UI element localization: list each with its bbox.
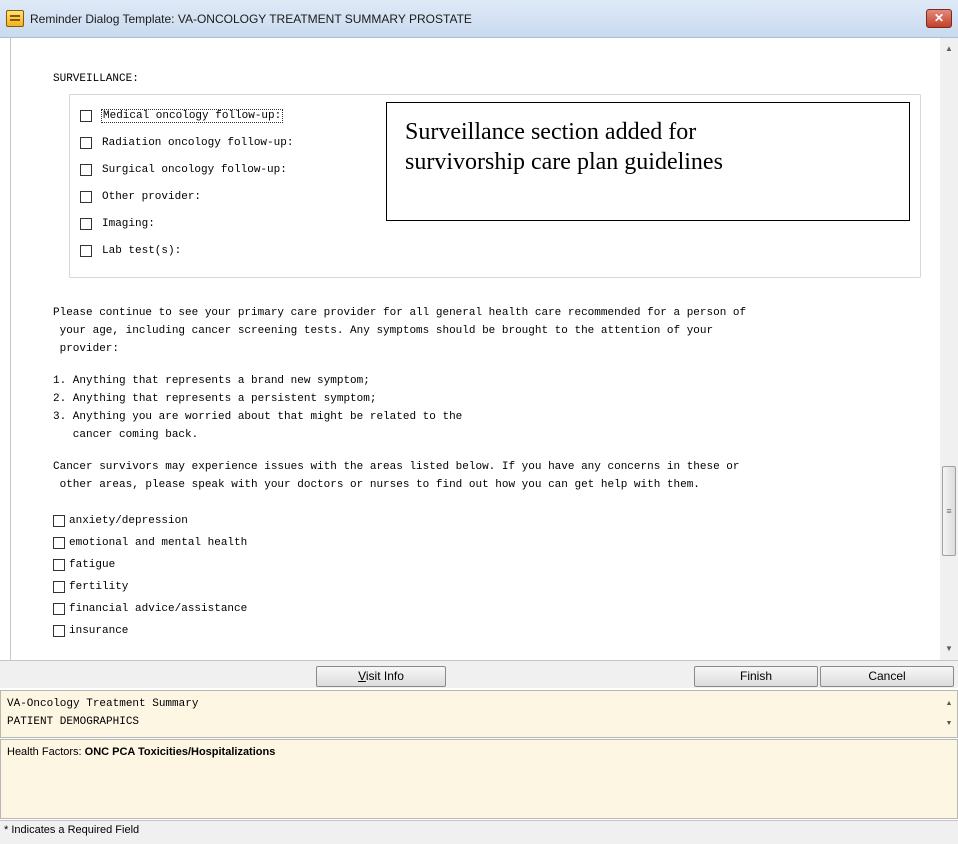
list-item: 1. Anything that represents a brand new … [53,375,370,387]
surveillance-checkbox[interactable] [80,164,92,176]
surveillance-checkbox[interactable] [80,245,92,257]
body-text-line: provider: [53,343,120,355]
required-field-note: * Indicates a Required Field [4,824,140,836]
concern-checkbox[interactable] [53,603,65,615]
window-title: Reminder Dialog Template: VA-ONCOLOGY TR… [30,12,472,26]
body-text-line: Cancer survivors may experience issues w… [53,461,740,473]
surveillance-checkbox[interactable] [80,218,92,230]
body-text-line: your age, including cancer screening tes… [53,325,714,337]
body-text-line: other areas, please speak with your doct… [53,479,700,491]
list-item: 3. Anything you are worried about that m… [53,411,463,423]
surveillance-label: Surgical oncology follow-up: [102,164,287,176]
preview-scrollbar[interactable]: ▲ ▼ [941,691,957,737]
content-scrollbar[interactable]: ▲ ≡ ▼ [940,38,958,660]
surveillance-title: SURVEILLANCE: [53,73,139,85]
progress-note-preview[interactable]: VA-Oncology Treatment Summary PATIENT DE… [0,690,958,738]
close-button[interactable]: ✕ [926,9,952,28]
concern-label: fatigue [69,559,116,571]
finish-button[interactable]: Finish [694,666,818,687]
scroll-down-icon[interactable]: ▼ [943,717,955,731]
concern-checkbox[interactable] [53,559,65,571]
concern-label: fertility [69,581,129,593]
surveillance-checkbox[interactable] [80,110,92,122]
surveillance-label: Medical oncology follow-up: [100,109,284,123]
visit-info-button[interactable]: Visit Info [316,666,446,687]
scroll-thumb[interactable]: ≡ [942,466,956,556]
health-factors-label: Health Factors: [7,746,85,758]
concern-label: emotional and mental health [69,537,248,549]
concern-label: anxiety/depression [69,515,188,527]
dialog-content: SURVEILLANCE: Medical oncology follow-up… [0,38,958,660]
content-border [10,38,11,660]
scroll-up-icon[interactable]: ▲ [940,40,958,58]
preview-line: PATIENT DEMOGRAPHICS [7,716,140,728]
concern-checkbox[interactable] [53,625,65,637]
scroll-up-icon[interactable]: ▲ [943,697,955,711]
callout-line: Surveillance section added for [405,119,697,145]
health-factors-panel: Health Factors: ONC PCA Toxicities/Hospi… [0,739,958,819]
preview-line: VA-Oncology Treatment Summary [7,698,199,710]
concern-checkbox[interactable] [53,581,65,593]
concern-label: financial advice/assistance [69,603,248,615]
list-item: cancer coming back. [53,429,199,441]
status-bar: * Indicates a Required Field [0,820,958,844]
cancel-button[interactable]: Cancel [820,666,954,687]
body-text-line: Please continue to see your primary care… [53,307,747,319]
surveillance-checkbox[interactable] [80,191,92,203]
concern-checkbox[interactable] [53,515,65,527]
annotation-callout: Surveillance section added for survivors… [386,102,910,221]
list-item: 2. Anything that represents a persistent… [53,393,377,405]
concern-checkbox[interactable] [53,537,65,549]
scroll-down-icon[interactable]: ▼ [940,640,958,658]
surveillance-label: Lab test(s): [102,245,182,257]
reminder-dialog-icon [6,10,24,27]
surveillance-label: Other provider: [102,191,202,203]
title-bar: Reminder Dialog Template: VA-ONCOLOGY TR… [0,0,958,38]
health-factors-value: ONC PCA Toxicities/Hospitalizations [84,746,276,758]
surveillance-label: Radiation oncology follow-up: [102,137,294,149]
callout-line: survivorship care plan guidelines [405,149,723,175]
surveillance-label: Imaging: [102,218,155,230]
surveillance-checkbox[interactable] [80,137,92,149]
concern-label: insurance [69,625,129,637]
button-bar: Visit Info Finish Cancel [0,660,958,688]
